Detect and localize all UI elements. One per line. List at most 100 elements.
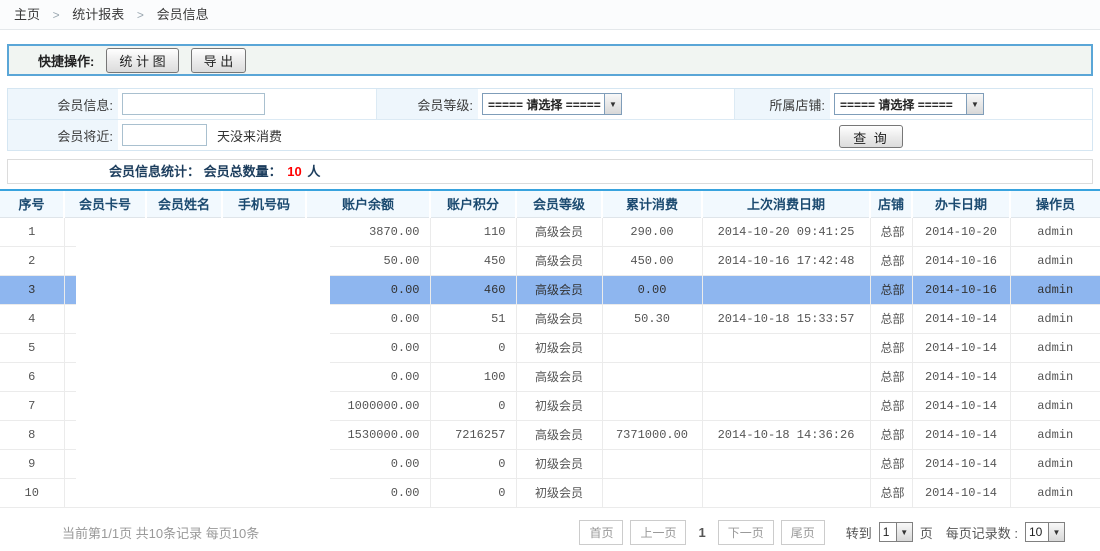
- cell-level: 高级会员: [516, 362, 602, 391]
- cell-operator: admin: [1010, 478, 1100, 507]
- store-selected-value: ===== 请选择 =====: [835, 94, 966, 114]
- cell-date: 2014-10-14: [912, 304, 1010, 333]
- cell-operator: admin: [1010, 275, 1100, 304]
- cell-store: 总部: [870, 478, 912, 507]
- page-summary: 当前第1/1页 共10条记录 每页10条: [62, 523, 259, 542]
- cell-total: [602, 478, 702, 507]
- cell-store: 总部: [870, 217, 912, 246]
- cell-seq: 9: [0, 449, 64, 478]
- breadcrumb-separator: >: [137, 8, 144, 22]
- breadcrumb-reports[interactable]: 统计报表: [72, 7, 124, 22]
- col-header-seq: 序号: [0, 190, 64, 217]
- col-header-date: 办卡日期: [912, 190, 1010, 217]
- cell-total: 0.00: [602, 275, 702, 304]
- goto-page-value: 1: [880, 523, 896, 541]
- cell-seq: 4: [0, 304, 64, 333]
- filter-panel: 会员信息: 会员等级: ===== 请选择 ===== ▼ 所属店铺: ====…: [7, 88, 1093, 151]
- col-header-name: 会员姓名: [146, 190, 222, 217]
- filter-row-2: 会员将近: 天没来消费: [8, 119, 1092, 150]
- cell-store: 总部: [870, 333, 912, 362]
- cell-operator: admin: [1010, 449, 1100, 478]
- col-header-card: 会员卡号: [64, 190, 146, 217]
- cell-operator: admin: [1010, 420, 1100, 449]
- cell-level: 高级会员: [516, 217, 602, 246]
- member-total-count: 10: [287, 164, 301, 179]
- col-header-last: 上次消费日期: [702, 190, 870, 217]
- cell-date: 2014-10-20: [912, 217, 1010, 246]
- member-level-label: 会员等级:: [376, 89, 478, 119]
- cell-store: 总部: [870, 362, 912, 391]
- last-page-button[interactable]: 尾页: [781, 520, 825, 545]
- member-level-select[interactable]: ===== 请选择 ===== ▼: [482, 93, 622, 115]
- cell-seq: 6: [0, 362, 64, 391]
- stats-count-label: 会员总数量：: [204, 164, 282, 179]
- next-page-button[interactable]: 下一页: [718, 520, 774, 545]
- prev-page-button[interactable]: 上一页: [630, 520, 686, 545]
- cell-total: [602, 362, 702, 391]
- cell-last: [702, 478, 870, 507]
- member-info-input[interactable]: [122, 93, 265, 115]
- filter-row-1: 会员信息: 会员等级: ===== 请选择 ===== ▼ 所属店铺: ====…: [8, 89, 1092, 119]
- cell-seq: 7: [0, 391, 64, 420]
- cell-level: 高级会员: [516, 304, 602, 333]
- cell-last: [702, 275, 870, 304]
- cell-seq: 2: [0, 246, 64, 275]
- redacted-area: [76, 218, 330, 507]
- cell-level: 初级会员: [516, 391, 602, 420]
- page-size-label: 每页记录数 :: [946, 523, 1018, 542]
- cell-points: 0: [430, 478, 516, 507]
- cell-last: [702, 449, 870, 478]
- cell-store: 总部: [870, 246, 912, 275]
- cell-points: 51: [430, 304, 516, 333]
- page-size-select[interactable]: 10 ▼: [1025, 522, 1065, 542]
- cell-points: 0: [430, 391, 516, 420]
- pagination-bar: 当前第1/1页 共10条记录 每页10条 首页 上一页 1 下一页 尾页 转到 …: [0, 508, 1100, 545]
- chevron-down-icon: ▼: [604, 94, 621, 114]
- cell-seq: 8: [0, 420, 64, 449]
- cell-date: 2014-10-16: [912, 275, 1010, 304]
- current-page-number: 1: [698, 525, 705, 540]
- cell-total: 7371000.00: [602, 420, 702, 449]
- cell-level: 高级会员: [516, 275, 602, 304]
- col-header-level: 会员等级: [516, 190, 602, 217]
- col-header-points: 账户积分: [430, 190, 516, 217]
- search-button[interactable]: 查 询: [839, 125, 903, 148]
- col-header-balance: 账户余额: [306, 190, 430, 217]
- cell-level: 初级会员: [516, 449, 602, 478]
- cell-total: 450.00: [602, 246, 702, 275]
- store-select[interactable]: ===== 请选择 ===== ▼: [834, 93, 984, 115]
- cell-total: [602, 449, 702, 478]
- cell-store: 总部: [870, 449, 912, 478]
- cell-seq: 5: [0, 333, 64, 362]
- export-button[interactable]: 导 出: [191, 48, 247, 73]
- cell-last: [702, 391, 870, 420]
- cell-last: [702, 362, 870, 391]
- chevron-down-icon: ▼: [896, 523, 912, 541]
- chevron-down-icon: ▼: [1048, 523, 1064, 541]
- cell-total: [602, 333, 702, 362]
- cell-points: 110: [430, 217, 516, 246]
- cell-store: 总部: [870, 275, 912, 304]
- days-without-consume-input[interactable]: [122, 124, 207, 146]
- chart-button[interactable]: 统 计 图: [106, 48, 178, 73]
- member-table-wrap: 序号会员卡号会员姓名手机号码账户余额账户积分会员等级累计消费上次消费日期店铺办卡…: [0, 189, 1100, 508]
- breadcrumb-home[interactable]: 主页: [14, 7, 40, 22]
- member-near-label: 会员将近:: [8, 120, 118, 150]
- cell-total: 50.30: [602, 304, 702, 333]
- first-page-button[interactable]: 首页: [579, 520, 623, 545]
- goto-page-select[interactable]: 1 ▼: [879, 522, 913, 542]
- cell-points: 450: [430, 246, 516, 275]
- breadcrumb-current-member-info: 会员信息: [157, 7, 209, 22]
- cell-seq: 10: [0, 478, 64, 507]
- cell-points: 0: [430, 333, 516, 362]
- table-header-row: 序号会员卡号会员姓名手机号码账户余额账户积分会员等级累计消费上次消费日期店铺办卡…: [0, 190, 1100, 217]
- quick-ops-bar: 快捷操作: 统 计 图 导 出: [7, 44, 1093, 76]
- member-info-label: 会员信息:: [8, 89, 118, 119]
- cell-last: 2014-10-20 09:41:25: [702, 217, 870, 246]
- cell-date: 2014-10-14: [912, 449, 1010, 478]
- cell-level: 高级会员: [516, 420, 602, 449]
- cell-operator: admin: [1010, 362, 1100, 391]
- cell-level: 初级会员: [516, 333, 602, 362]
- cell-operator: admin: [1010, 246, 1100, 275]
- cell-date: 2014-10-14: [912, 478, 1010, 507]
